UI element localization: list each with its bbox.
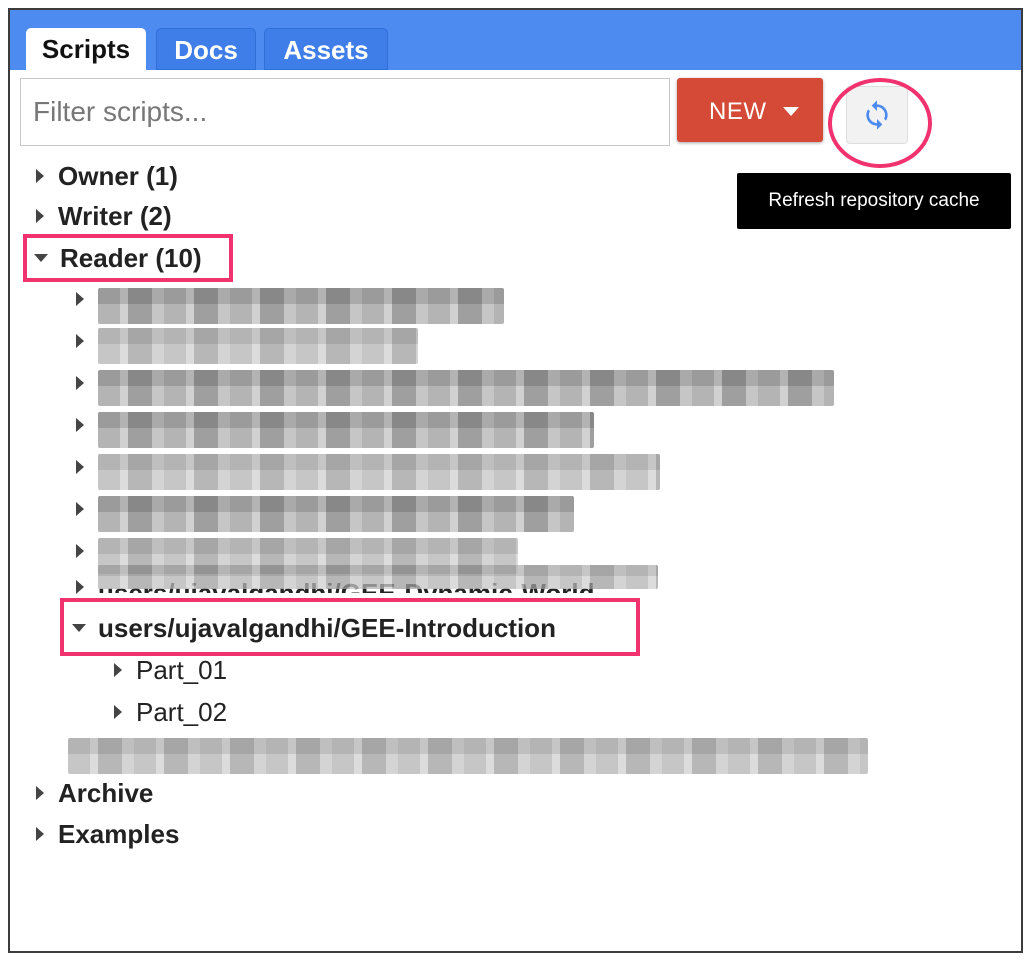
tree-label-archive: Archive (58, 778, 154, 808)
expand-arrow-icon (76, 376, 84, 390)
expand-arrow-icon (76, 460, 84, 474)
expand-arrow-icon (36, 169, 44, 184)
blurred-repo-row (98, 565, 658, 589)
expand-arrow-icon (76, 334, 84, 348)
tree-label-writer: Writer (2) (58, 201, 172, 231)
filter-scripts-input[interactable] (20, 78, 670, 146)
tab-scripts[interactable]: Scripts (26, 28, 146, 70)
expand-arrow-icon (76, 544, 84, 558)
refresh-highlight-circle (828, 78, 932, 168)
expand-arrow-icon (36, 827, 44, 842)
blurred-repo-row (98, 412, 594, 448)
blurred-repo-row (98, 370, 834, 406)
tab-assets[interactable]: Assets (264, 28, 388, 70)
gee-introduction-highlight-box (60, 598, 640, 656)
tree-group-examples[interactable]: Examples (36, 816, 179, 852)
tree-folder-part01[interactable]: Part_01 (114, 652, 227, 688)
tree-label-part02: Part_02 (136, 697, 228, 727)
refresh-tooltip: Refresh repository cache (737, 173, 1011, 229)
expand-arrow-icon (76, 292, 84, 306)
expand-arrow-icon (114, 663, 122, 678)
tree-group-owner[interactable]: Owner (1) (36, 158, 178, 194)
expand-arrow-icon (114, 705, 122, 720)
new-button[interactable]: NEW (677, 78, 823, 142)
new-button-label: NEW (709, 98, 767, 125)
blurred-repo-row (98, 496, 574, 532)
tab-docs[interactable]: Docs (156, 28, 256, 70)
blurred-repo-row (68, 738, 868, 774)
tab-bar: Scripts Docs Assets (10, 10, 1021, 70)
tree-group-archive[interactable]: Archive (36, 775, 153, 811)
tree-folder-part02[interactable]: Part_02 (114, 694, 227, 730)
tree-group-writer[interactable]: Writer (2) (36, 198, 172, 234)
tree-label-owner: Owner (1) (58, 161, 178, 191)
scripts-panel: Scripts Docs Assets NEW Refresh reposito… (8, 8, 1023, 953)
expand-arrow-icon (76, 418, 84, 432)
blurred-repo-row (98, 288, 504, 324)
tree-label-part01: Part_01 (136, 655, 228, 685)
expand-arrow-icon (36, 209, 44, 224)
reader-highlight-box (23, 234, 233, 282)
blurred-repo-row (98, 454, 660, 490)
blurred-repo-row (98, 328, 418, 364)
caret-down-icon (783, 107, 799, 116)
expand-arrow-icon (76, 502, 84, 516)
tree-label-examples: Examples (58, 819, 180, 849)
expand-arrow-icon (36, 786, 44, 801)
expand-arrow-icon (76, 580, 84, 594)
